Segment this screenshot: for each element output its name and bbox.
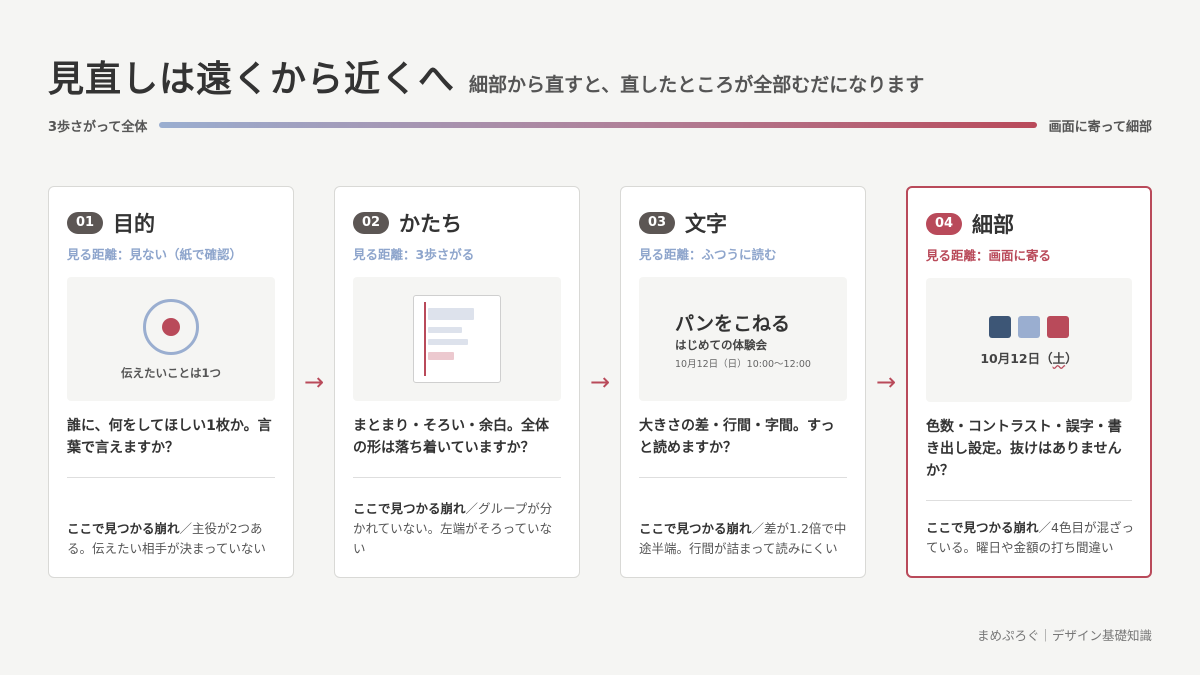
finding-label: ここで見つかる崩れ xyxy=(639,521,752,536)
page-subtitle: 細部から直すと、直したところが全部むだになります xyxy=(469,74,925,96)
finding-note: ここで見つかる崩れ／差が1.2倍で中途半端。行間が詰まって読みにくい xyxy=(639,519,849,559)
step-card-typography: 03 文字 見る距離：ふつうに読む パンをこねる はじめての体験会 10月12日… xyxy=(620,186,866,578)
step-description: まとまり・そろい・余白。全体の形は落ち着いていますか？ xyxy=(353,418,549,456)
arrow-right-icon: → xyxy=(589,368,611,396)
scale-right-label: 画面に寄って細部 xyxy=(1048,119,1152,135)
divider xyxy=(639,477,847,478)
arrow-right-icon: → xyxy=(303,368,325,396)
target-icon xyxy=(143,299,199,355)
divider xyxy=(926,500,1132,501)
step-card-details: 04 細部 見る距離：画面に寄る 10月12日（土） 色数・コントラスト・誤字・… xyxy=(906,186,1152,578)
typography-illustration: パンをこねる はじめての体験会 10月12日（日）10:00〜12:00 xyxy=(639,277,847,401)
step-number-badge: 04 xyxy=(926,213,962,235)
sample-heading: パンをこねる xyxy=(675,313,790,335)
footer-credit: まめぷろぐ｜デザイン基礎知識 xyxy=(976,628,1152,643)
finding-note: ここで見つかる崩れ／主役が2つある。伝えたい相手が決まっていない xyxy=(67,519,277,559)
layout-illustration xyxy=(353,277,561,401)
viewing-distance: 見る距離：ふつうに読む xyxy=(639,247,777,262)
viewing-distance: 見る距離：見ない（紙で確認） xyxy=(67,247,243,262)
finding-label: ここで見つかる崩れ xyxy=(353,501,466,516)
color-swatch-dark-blue xyxy=(989,316,1011,338)
sample-date: 10月12日（日）10:00〜12:00 xyxy=(675,359,811,370)
step-title: 細部 xyxy=(972,213,1014,237)
finding-label: ここで見つかる崩れ xyxy=(67,521,180,536)
divider xyxy=(353,477,561,478)
distance-scale: 3歩さがって全体 画面に寄って細部 xyxy=(48,116,1152,135)
scale-left-label: 3歩さがって全体 xyxy=(48,119,148,135)
arrow-right-icon: → xyxy=(875,368,897,396)
step-title: かたち xyxy=(399,212,462,236)
header: 見直しは遠くから近くへ 細部から直すと、直したところが全部むだになります xyxy=(48,50,924,102)
scale-gradient-bar xyxy=(159,122,1037,128)
typo-highlight: 土 xyxy=(1052,351,1066,366)
color-swatch-light-blue xyxy=(1018,316,1040,338)
step-description: 大きさの差・行間・字間。すっと読めますか？ xyxy=(639,418,835,456)
step-number-badge: 01 xyxy=(67,212,103,234)
step-card-shape: 02 かたち 見る距離：3歩さがる まとまり・そろい・余白。全体の形は落ち着いて… xyxy=(334,186,580,578)
page-title: 見直しは遠くから近くへ xyxy=(48,59,456,100)
viewing-distance: 見る距離：3歩さがる xyxy=(353,247,475,262)
step-title: 文字 xyxy=(685,212,727,236)
step-number-badge: 02 xyxy=(353,212,389,234)
finding-note: ここで見つかる崩れ／グループが分かれていない。左端がそろっていない xyxy=(353,499,563,559)
color-swatch-red xyxy=(1047,316,1069,338)
sample-subheading: はじめての体験会 xyxy=(675,338,767,352)
finding-note: ここで見つかる崩れ／4色目が混ざっている。曜日や金額の打ち間違い xyxy=(926,518,1134,558)
divider xyxy=(67,477,275,478)
illustration-caption: 伝えたいことは1つ xyxy=(120,366,221,380)
sample-date-typo: 10月12日（土） xyxy=(980,351,1078,366)
document-thumbnail-icon xyxy=(413,295,501,383)
step-description: 誰に、何をしてほしい1枚か。言葉で言えますか？ xyxy=(67,418,272,456)
step-title: 目的 xyxy=(113,212,155,236)
details-illustration: 10月12日（土） xyxy=(926,278,1132,402)
finding-label: ここで見つかる崩れ xyxy=(926,520,1039,535)
step-card-purpose: 01 目的 見る距離：見ない（紙で確認） 伝えたいことは1つ 誰に、何をしてほし… xyxy=(48,186,294,578)
viewing-distance: 見る距離：画面に寄る xyxy=(926,248,1052,263)
step-number-badge: 03 xyxy=(639,212,675,234)
step-description: 色数・コントラスト・誤字・書き出し設定。抜けはありませんか？ xyxy=(926,419,1122,479)
purpose-illustration: 伝えたいことは1つ xyxy=(67,277,275,401)
